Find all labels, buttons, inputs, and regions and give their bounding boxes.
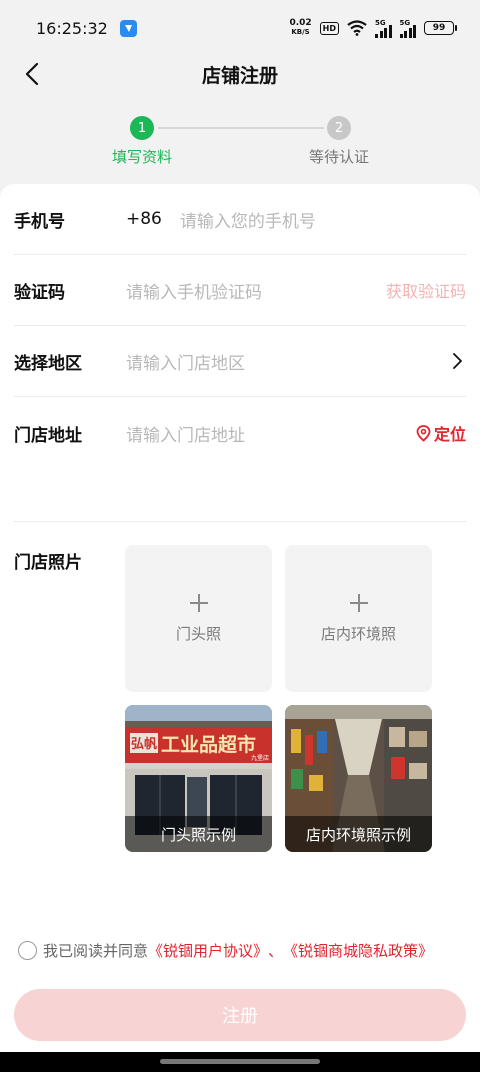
sign-brand: 弘帆 bbox=[131, 737, 157, 752]
step-2-label: 等待认证 bbox=[308, 148, 369, 166]
wifi-icon bbox=[347, 20, 367, 36]
upload-inside-photo[interactable]: 店内环境照 bbox=[285, 545, 432, 692]
store-photos-label: 门店照片 bbox=[14, 553, 82, 573]
privacy-policy-link[interactable]: 《锐锢商城隐私政策》 bbox=[283, 940, 433, 961]
status-time: 16:25:32 bbox=[36, 18, 108, 38]
region-row[interactable]: 选择地区 请输入门店地区 bbox=[14, 326, 466, 397]
address-input[interactable]: 请输入门店地址 bbox=[126, 421, 245, 446]
bottom-bar: 注册 bbox=[0, 979, 480, 1072]
sign-branch: 九堡店 bbox=[251, 754, 269, 762]
example-inside-photo[interactable]: 店内环境照示例 bbox=[285, 705, 432, 852]
nav-bar: 店铺注册 bbox=[0, 56, 480, 92]
home-indicator[interactable] bbox=[160, 1059, 320, 1064]
step-connector bbox=[158, 127, 324, 129]
address-row: 门店地址 请输入门店地址 定位 bbox=[14, 397, 466, 522]
example-front-caption: 门头照示例 bbox=[125, 816, 272, 852]
code-label: 验证码 bbox=[14, 282, 65, 303]
battery-icon: 99 bbox=[424, 21, 457, 35]
plus-icon bbox=[189, 594, 208, 612]
location-pin-icon bbox=[416, 424, 431, 442]
agree-prefix: 我已阅读并同意 bbox=[43, 941, 149, 960]
upload-front-label: 门头照 bbox=[175, 625, 221, 643]
user-agreement-link[interactable]: 《锐锢用户协议》 bbox=[148, 940, 268, 961]
phone-input[interactable]: 请输入您的手机号 bbox=[180, 207, 316, 232]
example-front-photo[interactable]: 弘帆 工业品超市 九堡店 门头照示例 bbox=[125, 705, 272, 852]
example-inside-caption: 店内环境照示例 bbox=[285, 816, 432, 852]
net-speed: 0.02 KB/S bbox=[289, 18, 312, 37]
country-code[interactable]: +86 bbox=[126, 209, 162, 229]
sign-text: 工业品超市 bbox=[161, 733, 256, 756]
upload-front-photo[interactable]: 门头照 bbox=[125, 545, 272, 692]
status-bar: 16:25:32 0.02 KB/S HD 5G 5G 99 bbox=[0, 0, 480, 56]
phone-row: 手机号 +86 请输入您的手机号 bbox=[14, 184, 466, 255]
locate-label: 定位 bbox=[433, 425, 466, 444]
page-title: 店铺注册 bbox=[201, 64, 278, 87]
agree-checkbox[interactable] bbox=[18, 940, 37, 960]
agreement-separator: 、 bbox=[268, 941, 284, 960]
upload-inside-label: 店内环境照 bbox=[320, 625, 396, 643]
region-label: 选择地区 bbox=[14, 353, 82, 374]
stepper: 1 2 填写资料 等待认证 bbox=[0, 116, 480, 176]
plus-icon bbox=[349, 594, 368, 612]
form-card: 手机号 +86 请输入您的手机号 验证码 请输入手机验证码 获取验证码 选择地区… bbox=[0, 184, 480, 944]
chevron-right-icon bbox=[453, 353, 462, 369]
app-notification-icon bbox=[119, 19, 137, 37]
code-input[interactable]: 请输入手机验证码 bbox=[126, 278, 262, 303]
code-row: 验证码 请输入手机验证码 获取验证码 bbox=[14, 255, 466, 326]
hd-icon: HD bbox=[319, 21, 339, 35]
agreement-row: 我已阅读并同意 《锐锢用户协议》 、 《锐锢商城隐私政策》 bbox=[0, 921, 480, 979]
get-code-button[interactable]: 获取验证码 bbox=[386, 278, 466, 302]
signal-icon-1: 5G bbox=[375, 19, 392, 38]
step-1-circle: 1 bbox=[130, 116, 154, 140]
phone-label: 手机号 bbox=[14, 211, 65, 232]
step-1-label: 填写资料 bbox=[111, 148, 172, 166]
signal-icon-2: 5G bbox=[399, 19, 416, 38]
region-input[interactable]: 请输入门店地区 bbox=[126, 349, 245, 374]
step-2-circle: 2 bbox=[327, 116, 351, 140]
address-label: 门店地址 bbox=[14, 426, 82, 446]
locate-button[interactable]: 定位 bbox=[416, 421, 466, 445]
back-button[interactable] bbox=[16, 58, 48, 90]
register-button[interactable]: 注册 bbox=[14, 989, 466, 1041]
chevron-left-icon bbox=[25, 62, 39, 86]
